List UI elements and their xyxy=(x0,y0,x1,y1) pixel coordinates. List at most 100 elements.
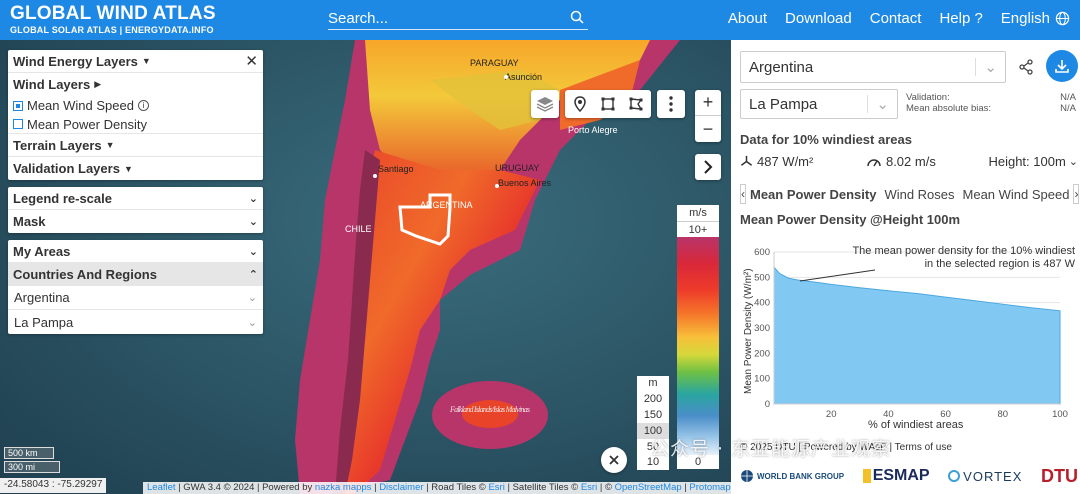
search-input[interactable] xyxy=(328,10,558,27)
legend-gradient xyxy=(677,237,719,455)
tab-wind-roses[interactable]: Wind Roses xyxy=(880,187,958,202)
close-legend-button[interactable] xyxy=(601,447,627,473)
mean-power-density-option[interactable]: Mean Power Density xyxy=(8,115,263,134)
vortex-logo[interactable]: VORTEX xyxy=(948,469,1022,484)
wind-layers-header[interactable]: Wind Layers ▶ xyxy=(8,73,263,96)
draw-polygon-button[interactable] xyxy=(622,97,650,111)
draw-rectangle-button[interactable] xyxy=(594,97,622,111)
chart-annotation-line2: in the selected region is 487 W xyxy=(925,258,1076,270)
esmap-label: ESMAP xyxy=(872,467,930,484)
search-icon[interactable] xyxy=(570,10,584,27)
country-field[interactable]: Argentina ⌄ xyxy=(740,51,1006,83)
world-bank-label: WORLD BANK GROUP xyxy=(757,471,845,481)
language-label[interactable]: English xyxy=(1001,10,1050,27)
esri-link[interactable]: Esri xyxy=(581,482,597,493)
chart-xtick-label: 20 xyxy=(826,409,837,420)
share-button[interactable] xyxy=(1014,55,1038,79)
place-marker-button[interactable] xyxy=(566,96,594,112)
partner-logos: WORLD BANK GROUP ESMAP VORTEX DTU xyxy=(740,462,1078,490)
wind-energy-layers-label: Wind Energy Layers xyxy=(13,53,138,69)
expand-panel-button[interactable] xyxy=(695,154,721,180)
leaflet-link[interactable]: Leaflet xyxy=(147,482,176,493)
checkbox-checked[interactable] xyxy=(13,100,23,111)
validation-value: N/A xyxy=(1060,92,1076,103)
map-label-santiago: Santiago xyxy=(378,164,414,174)
brand-subtitle[interactable]: GLOBAL SOLAR ATLAS | ENERGYDATA.INFO xyxy=(10,24,216,36)
scale-mi: 300 mi xyxy=(4,461,60,473)
search-box[interactable] xyxy=(328,8,588,30)
close-icon xyxy=(609,455,619,465)
main-nav: About Download Contact Help ? English xyxy=(728,10,1070,27)
download-icon xyxy=(1055,60,1069,73)
mean-wind-speed-option[interactable]: Mean Wind Speed i xyxy=(8,96,263,115)
vortex-label: VORTEX xyxy=(963,468,1023,484)
power-density-value: 487 W/m² xyxy=(757,154,814,169)
wind-speed-value: 8.02 m/s xyxy=(885,154,936,169)
map-label-porto-alegre: Porto Alegre xyxy=(568,125,618,135)
osm-link[interactable]: OpenStreetMap xyxy=(615,482,682,493)
nav-language[interactable]: English xyxy=(1001,10,1070,27)
legend-max: 10+ xyxy=(677,221,719,237)
download-button[interactable] xyxy=(1046,50,1078,82)
mean-power-density-label: Mean Power Density xyxy=(27,116,147,132)
world-bank-logo[interactable]: WORLD BANK GROUP xyxy=(740,469,844,483)
globe-icon xyxy=(741,470,753,482)
tabs-next-button[interactable]: › xyxy=(1073,184,1080,204)
nav-download[interactable]: Download xyxy=(785,10,852,27)
terrain-layers-header[interactable]: Terrain Layers ▼ xyxy=(8,134,263,157)
layers-icon xyxy=(536,97,554,112)
my-areas-label: My Areas xyxy=(13,243,71,259)
my-areas-header[interactable]: My Areas ⌄ xyxy=(8,240,263,263)
map-label-chile: CHILE xyxy=(345,224,372,234)
chart-ytick-label: 300 xyxy=(754,323,770,334)
attribution-text: | GWA 3.4 © 2024 | Powered by xyxy=(178,482,313,493)
nav-about[interactable]: About xyxy=(728,10,767,27)
mask-label: Mask xyxy=(13,214,46,229)
chart-ytick-label: 200 xyxy=(754,348,770,359)
chevron-up-icon: ⌃ xyxy=(248,268,258,281)
disclaimer-link[interactable]: Disclaimer xyxy=(379,482,423,493)
watermark: 公众号 · 东亚能源产业观察 xyxy=(650,438,892,460)
map-attribution: Leaflet | GWA 3.4 © 2024 | Powered by na… xyxy=(143,482,740,494)
region-select[interactable]: La Pampa ⌄ xyxy=(8,310,263,334)
validation-layers-header[interactable]: Validation Layers ▼ xyxy=(8,157,263,180)
zoom-control: + − xyxy=(695,90,721,142)
zoom-out-button[interactable]: − xyxy=(695,116,721,142)
height-legend-value[interactable]: 200 xyxy=(637,391,669,407)
tab-mean-wind-speed[interactable]: Mean Wind Speed xyxy=(959,187,1074,202)
map-label-falkland: Falkland Islands/Islas Malvinas xyxy=(449,405,530,414)
country-select[interactable]: Argentina ⌄ xyxy=(8,286,263,310)
wind-energy-layers-header[interactable]: Wind Energy Layers ▼ ✕ xyxy=(8,50,263,73)
wind-layers-label: Wind Layers xyxy=(13,77,91,92)
checkbox-unchecked[interactable] xyxy=(13,119,23,129)
tab-mean-power-density[interactable]: Mean Power Density xyxy=(746,187,880,202)
zoom-in-button[interactable]: + xyxy=(695,90,721,116)
wind-speed-legend[interactable]: m/s 10+ 0 xyxy=(677,205,719,469)
close-icon[interactable]: ✕ xyxy=(245,52,258,70)
esmap-logo[interactable]: ESMAP xyxy=(862,467,930,485)
layers-toggle-button[interactable] xyxy=(531,90,559,118)
countries-regions-header[interactable]: Countries And Regions ⌃ xyxy=(8,263,263,286)
protomaps-link[interactable]: Protomaps xyxy=(689,482,735,493)
height-legend-value[interactable]: 150 xyxy=(637,407,669,423)
nav-contact[interactable]: Contact xyxy=(870,10,922,27)
region-field[interactable]: La Pampa ⌄ xyxy=(740,89,898,119)
mask-header[interactable]: Mask ⌄ xyxy=(8,210,263,233)
vertical-dots-icon xyxy=(669,96,673,112)
brand-title[interactable]: GLOBAL WIND ATLAS xyxy=(10,4,216,24)
chart-ytick-label: 400 xyxy=(754,298,770,309)
countries-regions-label: Countries And Regions xyxy=(13,266,157,282)
brand-logo[interactable]: GLOBAL WIND ATLAS GLOBAL SOLAR ATLAS | E… xyxy=(10,4,216,36)
attribution-sep: | xyxy=(684,482,687,493)
chevron-down-icon: ⌄ xyxy=(248,245,258,258)
esri-link[interactable]: Esri xyxy=(488,482,504,493)
legend-rescale-header[interactable]: Legend re-scale ⌄ xyxy=(8,187,263,210)
power-density-chart[interactable]: 010020030040050060020 40 60 80 100 Mean Powe… xyxy=(740,234,1078,434)
more-options-button[interactable] xyxy=(657,90,685,118)
nazka-link[interactable]: nazka mapps xyxy=(315,482,372,493)
bias-label: Mean absolute bias: xyxy=(906,103,992,114)
height-select[interactable]: Height: 100m ⌄ xyxy=(988,154,1078,169)
dtu-logo[interactable]: DTU xyxy=(1041,466,1078,487)
nav-help[interactable]: Help ? xyxy=(939,10,982,27)
info-icon[interactable]: i xyxy=(137,100,149,111)
